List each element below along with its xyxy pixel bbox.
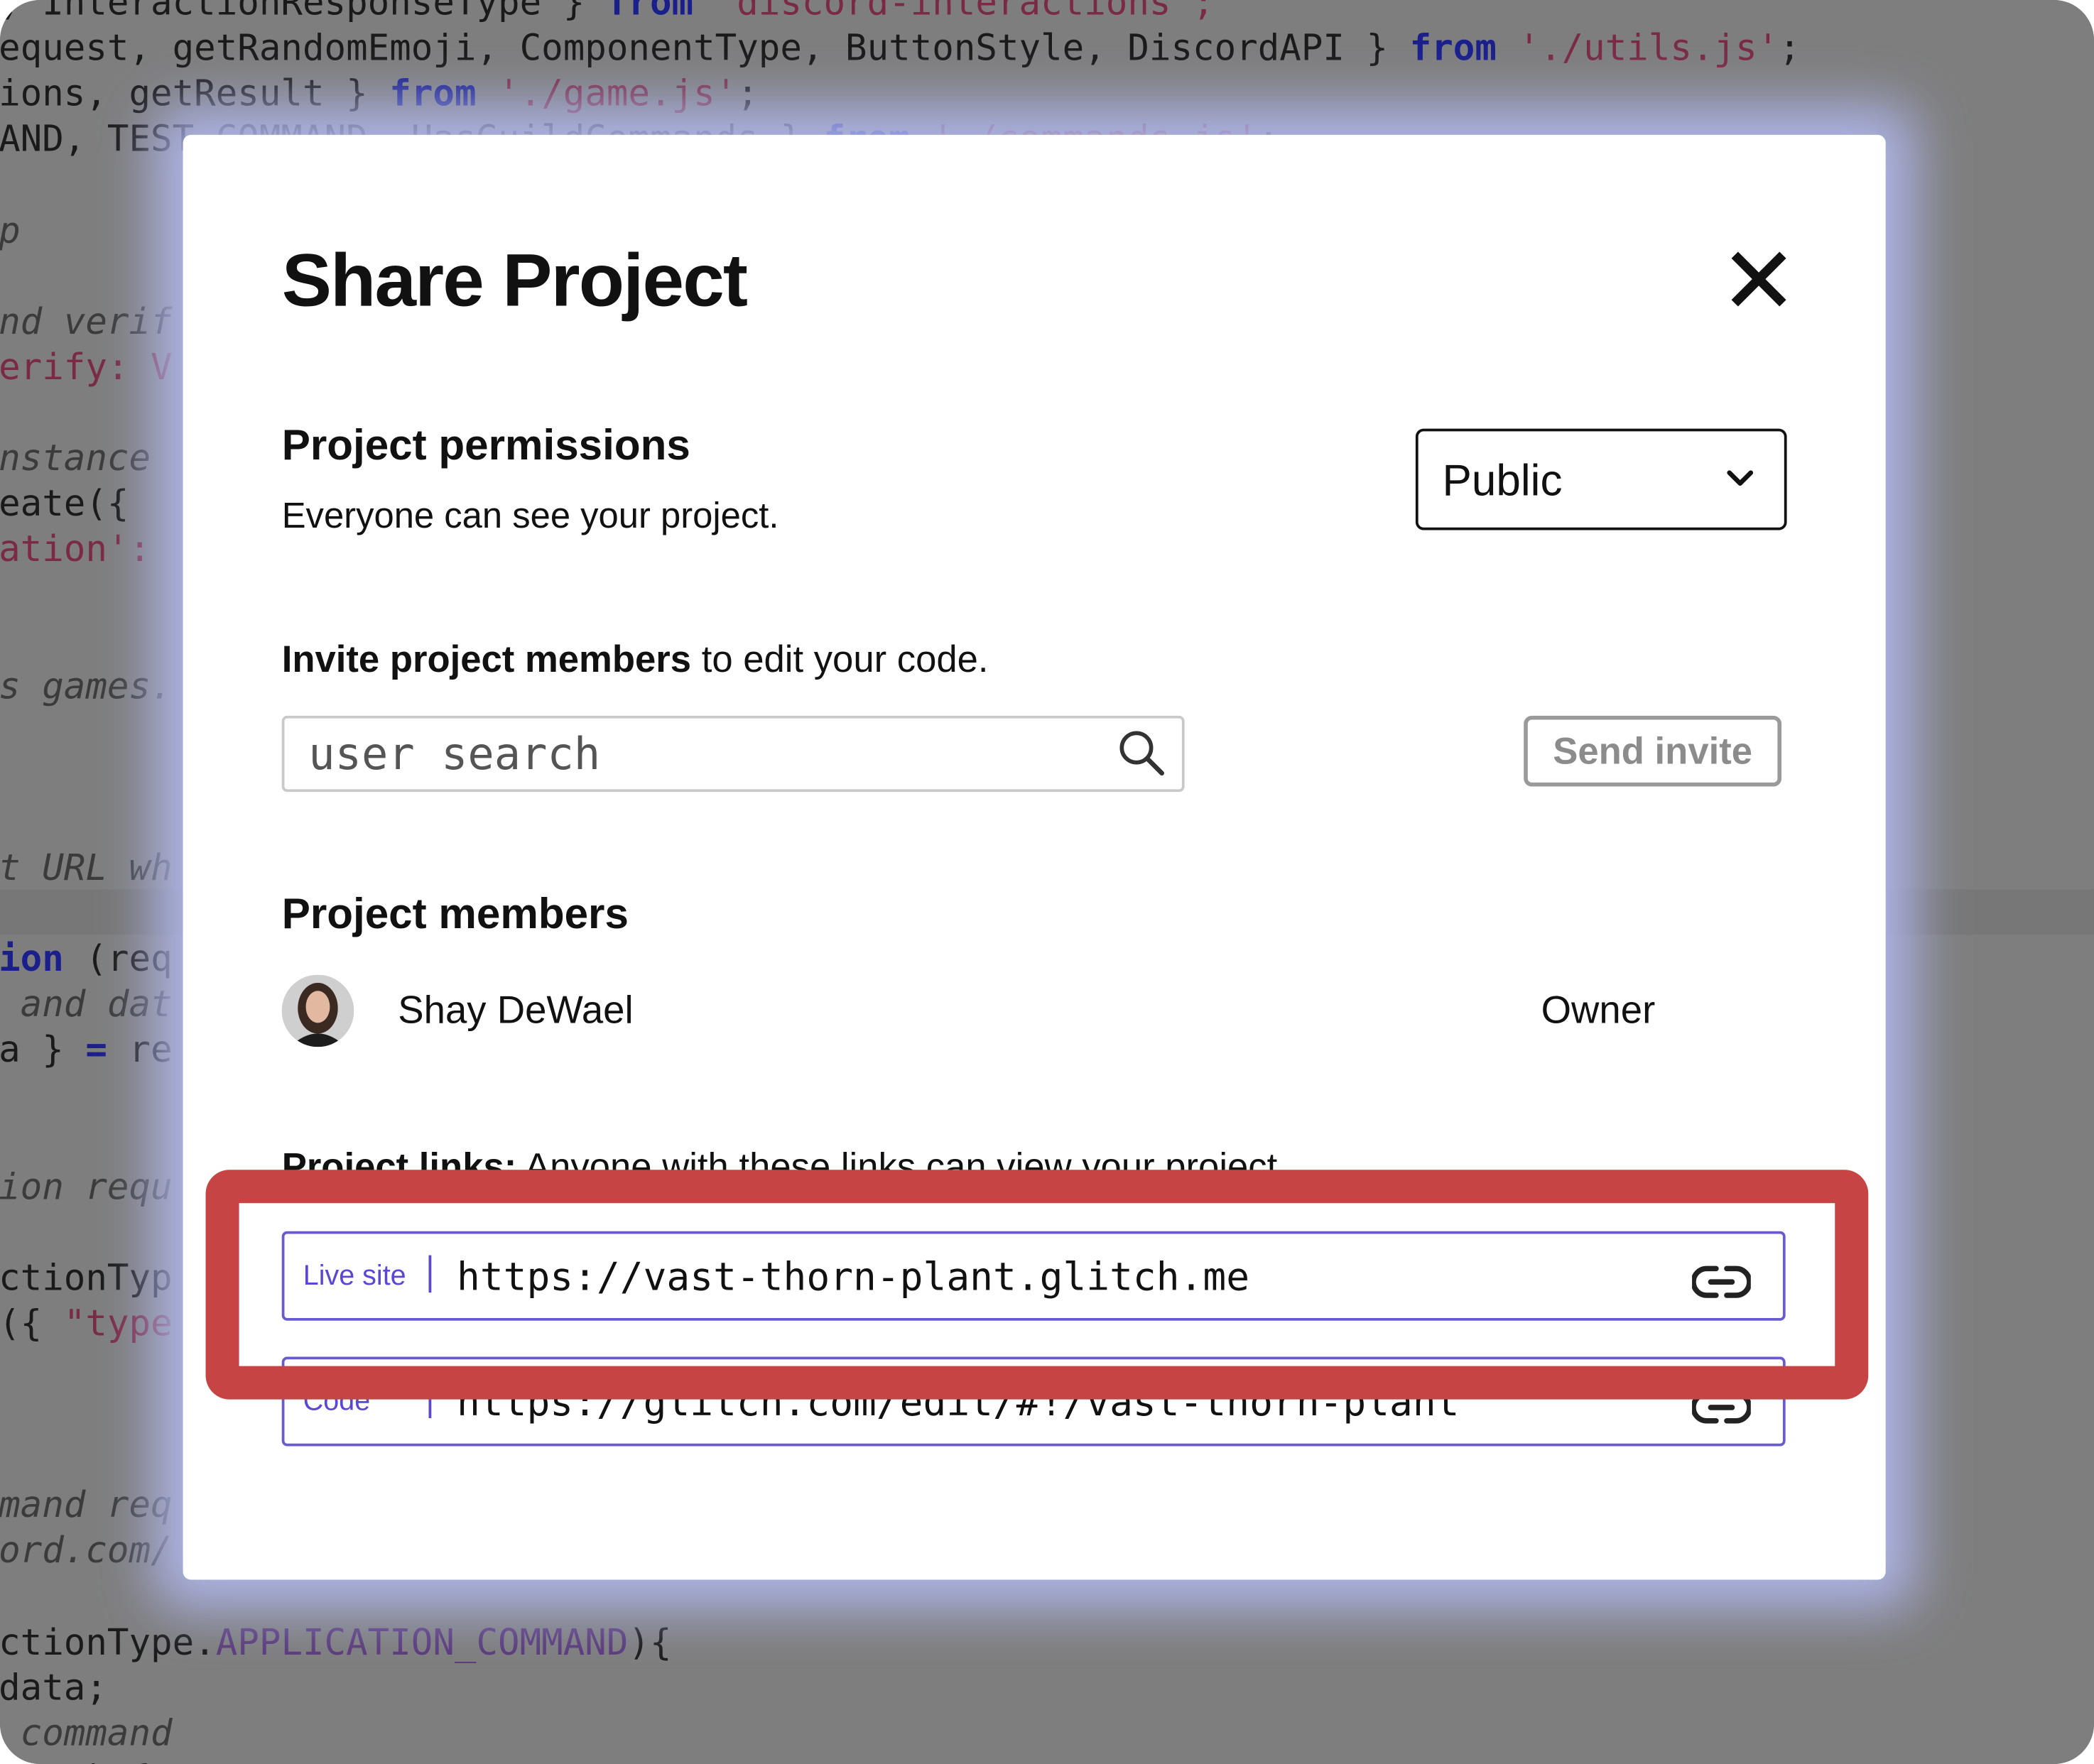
code-token: p	[0, 210, 21, 252]
avatar	[281, 974, 354, 1047]
code-token: eate({	[0, 483, 129, 526]
link-icon[interactable]	[1692, 1385, 1751, 1430]
code-line: ation':	[0, 528, 151, 573]
code-token: (req	[63, 939, 173, 981]
user-search-box	[281, 715, 1185, 793]
code-token: mand req	[0, 1485, 173, 1527]
invite-instructions-bold: Invite project members	[281, 638, 692, 680]
code-line: ({ "type	[0, 1302, 173, 1347]
project-links-description: Project links: Anyone with these links c…	[282, 1145, 1288, 1188]
code-line: ctionType.APPLICATION_COMMAND){	[0, 1621, 672, 1666]
code-token: nd verif	[0, 301, 173, 343]
code-token: 'discord-interactions';	[693, 0, 1215, 24]
code-token: ;	[737, 73, 759, 116]
code-line: p	[0, 209, 21, 254]
code-line: nstance	[0, 437, 151, 482]
code-line: ion (req	[0, 937, 173, 983]
code-line: data;	[0, 1666, 107, 1711]
code-line: t URL wh	[0, 846, 173, 892]
code-token: from	[1409, 28, 1497, 70]
link-separator	[428, 1255, 432, 1293]
code-token: s games.	[0, 665, 173, 707]
user-photo-avatar	[281, 974, 354, 1047]
code-token: t URL wh	[0, 847, 173, 890]
code-line: ctionTyp	[0, 1256, 173, 1302]
code-line: ion requ	[0, 1165, 173, 1211]
permissions-select[interactable]: Public	[1415, 428, 1787, 530]
code-token: ctionType.	[0, 1621, 216, 1664]
code-line: command	[0, 1711, 173, 1757]
code-token: ") {	[0, 1758, 151, 1764]
code-line: erify: V	[0, 346, 173, 391]
code-line: s games.	[0, 664, 173, 709]
invite-instructions: Invite project members to edit your code…	[282, 638, 989, 681]
code-token: , InteractionResponseType }	[0, 0, 607, 24]
code-line: eate({	[0, 482, 129, 528]
invite-instructions-rest: to edit your code.	[691, 638, 989, 680]
code-token: APPLICATION_COMMAND	[215, 1621, 629, 1664]
code-token: ctionTyp	[0, 1257, 173, 1300]
send-invite-button[interactable]: Send invite	[1524, 715, 1782, 787]
code-token: erify: V	[0, 347, 173, 388]
code-line: equest, getRandomEmoji, ComponentType, B…	[0, 27, 1801, 72]
code-token: command	[0, 1713, 173, 1755]
code-token: =	[85, 1030, 107, 1072]
code-link-field[interactable]: Code https://glitch.com/edit/#!/vast-tho…	[281, 1356, 1786, 1447]
code-token: re	[107, 1030, 173, 1072]
code-token: ation':	[0, 528, 151, 571]
link-separator	[428, 1381, 432, 1418]
permissions-heading: Project permissions	[281, 420, 690, 469]
code-token: ord.com/	[0, 1530, 173, 1572]
search-icon[interactable]	[1118, 729, 1166, 778]
code-token: a }	[0, 1030, 86, 1072]
screen: , InteractionResponseType } from 'discor…	[0, 0, 2094, 1764]
code-token: nstance	[0, 437, 151, 480]
code-line: ions, getResult } from './game.js';	[0, 72, 759, 118]
code-line: mand req	[0, 1484, 173, 1530]
close-x-icon	[1731, 251, 1786, 307]
code-line: , InteractionResponseType } from 'discor…	[0, 0, 1215, 27]
member-role: Owner	[1541, 989, 1656, 1033]
link-url[interactable]: https://vast-thorn-plant.glitch.me	[457, 1254, 1249, 1300]
live-site-link-field[interactable]: Live site https://vast-thorn-plant.glitc…	[281, 1231, 1786, 1321]
link-icon[interactable]	[1692, 1259, 1751, 1305]
project-links-rest: Anyone with these links can view your pr…	[516, 1145, 1288, 1187]
chevron-down-icon	[1727, 470, 1754, 486]
code-token: "type	[63, 1303, 173, 1345]
code-token: from	[606, 0, 694, 24]
link-url[interactable]: https://glitch.com/edit/#!/vast-thorn-pl…	[457, 1379, 1460, 1425]
code-line: ord.com/	[0, 1530, 173, 1575]
user-search-input[interactable]	[284, 718, 1100, 790]
dialog-title: Share Project	[281, 237, 748, 322]
code-token: from	[389, 73, 477, 116]
link-label: Code	[303, 1385, 371, 1417]
project-links-bold: Project links:	[281, 1145, 517, 1187]
member-row: Shay DeWael Owner	[281, 974, 1781, 1047]
permissions-description: Everyone can see your project.	[281, 495, 779, 536]
code-token: ion requ	[0, 1166, 173, 1208]
code-token: './game.js'	[476, 73, 737, 116]
code-line: and dat	[0, 983, 173, 1028]
code-token: and dat	[0, 984, 173, 1026]
share-project-dialog: Share Project Project permissions Everyo…	[183, 134, 1886, 1580]
permissions-select-value: Public	[1442, 455, 1563, 505]
code-line: a } = re	[0, 1028, 173, 1074]
code-token: './utils.js'	[1496, 28, 1779, 70]
code-token: ions, getResult }	[0, 73, 390, 116]
members-heading: Project members	[281, 889, 629, 938]
code-token: ion	[0, 939, 64, 981]
member-name: Shay DeWael	[398, 989, 634, 1033]
link-label: Live site	[303, 1261, 406, 1292]
code-token: ;	[1779, 28, 1801, 70]
code-token: equest, getRandomEmoji, ComponentType, B…	[0, 28, 1410, 70]
close-button[interactable]	[1727, 247, 1791, 311]
code-token: ){	[628, 1621, 672, 1664]
code-token: data;	[0, 1667, 107, 1709]
code-line: nd verif	[0, 300, 173, 346]
code-token: ({	[0, 1303, 64, 1345]
code-line: ") {	[0, 1757, 151, 1764]
